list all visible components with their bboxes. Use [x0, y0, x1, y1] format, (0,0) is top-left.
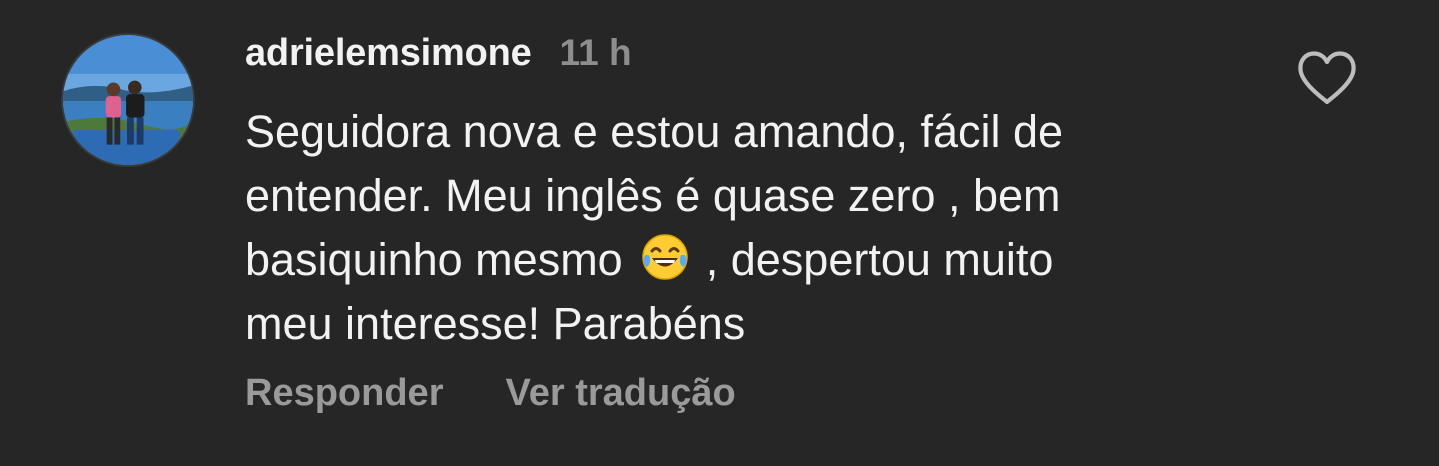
comment-line: entender. Meu inglês é quase zero , bem: [245, 170, 1061, 221]
comment-text-segment: basiquinho mesmo: [245, 234, 623, 285]
comment-item: adrielemsimone 11 h Seguidora nova e est…: [0, 0, 1439, 466]
comment-actions: Responder Ver tradução: [245, 372, 736, 415]
comment-line: meu interesse! Parabéns: [245, 298, 746, 349]
reply-button[interactable]: Responder: [245, 372, 443, 415]
avatar-photo: [63, 35, 193, 165]
comment-line: basiquinho mesmo , despertou muito: [245, 228, 1235, 292]
heart-outline-icon: [1298, 51, 1356, 105]
avatar[interactable]: [61, 33, 195, 167]
username[interactable]: adrielemsimone: [245, 32, 532, 75]
timestamp: 11 h: [559, 32, 632, 73]
comment-text-segment: , despertou muito: [705, 234, 1054, 285]
comment-header: adrielemsimone 11 h: [245, 28, 632, 78]
comment-text: Seguidora nova e estou amando, fácil de …: [245, 100, 1235, 356]
like-button[interactable]: [1296, 50, 1358, 108]
face-with-tears-of-joy-icon: [641, 233, 689, 281]
comment-line: Seguidora nova e estou amando, fácil de: [245, 106, 1064, 157]
see-translation-button[interactable]: Ver tradução: [505, 372, 735, 415]
